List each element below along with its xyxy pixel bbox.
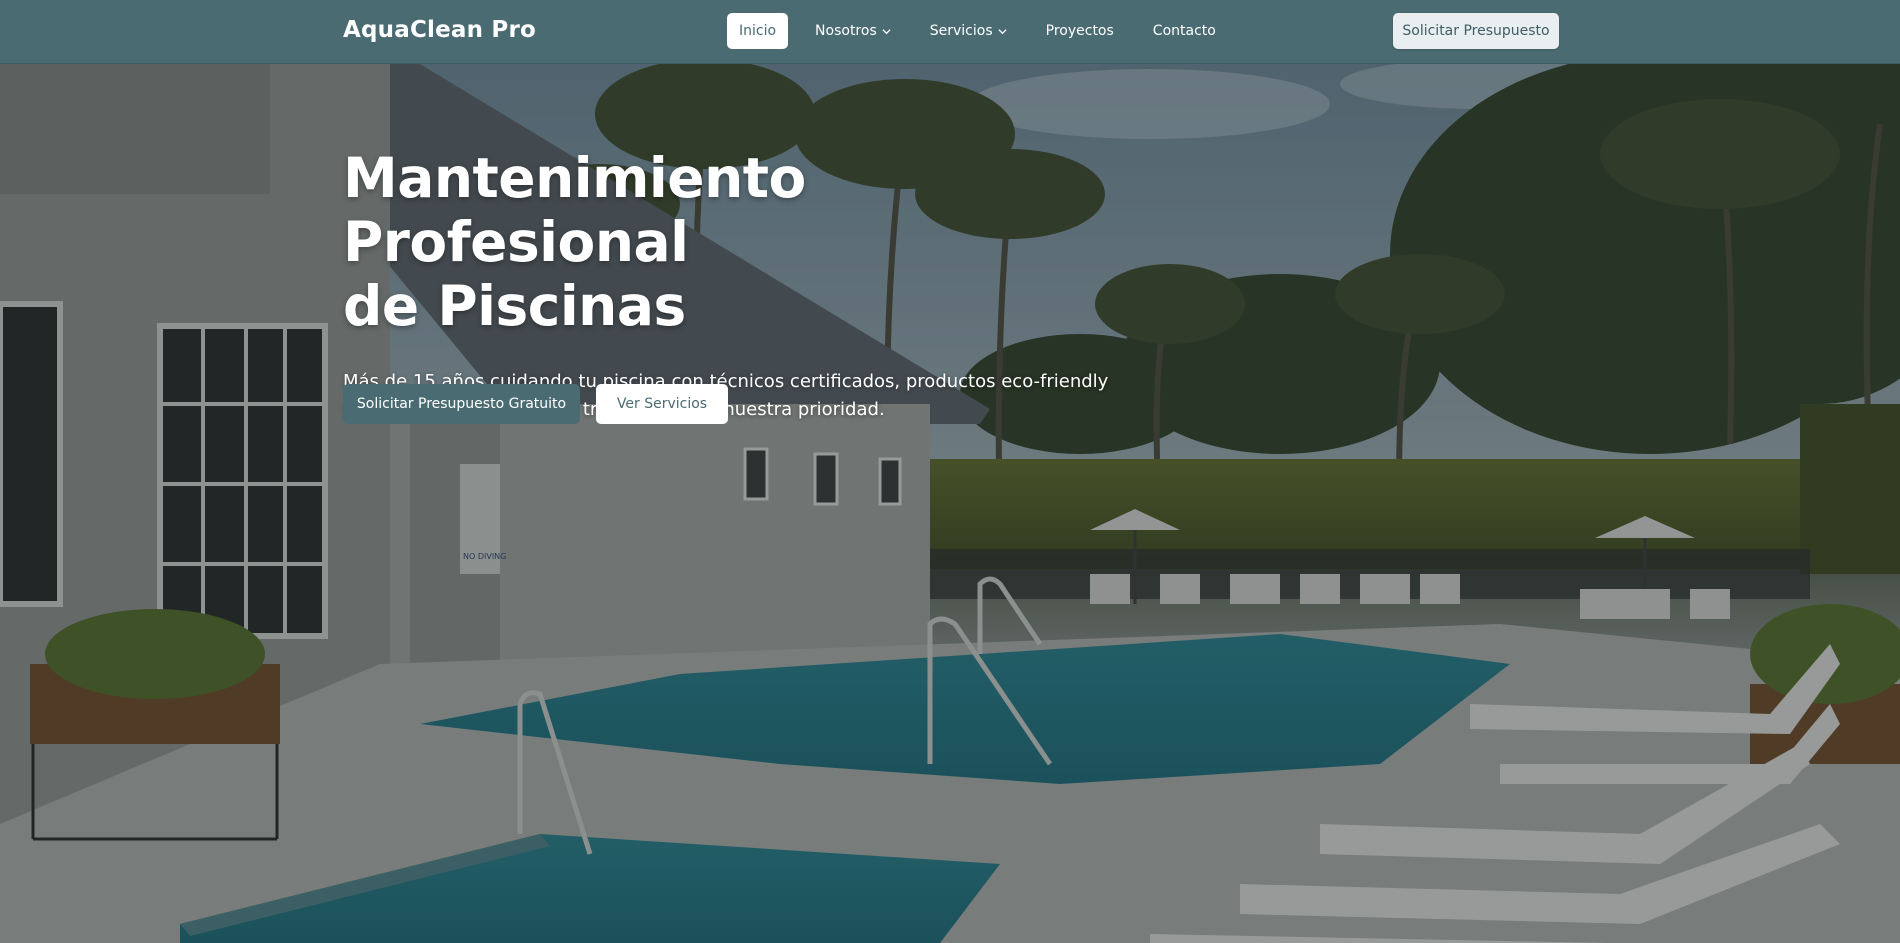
hero-section: NO DIVING Mantenimiento Profesional de P…: [0, 64, 1900, 943]
nav-item-inicio[interactable]: Inicio: [727, 13, 789, 49]
main-nav: Inicio Nosotros Servicios Proyectos Cont…: [727, 13, 1243, 49]
chevron-down-icon: [882, 28, 891, 34]
hero-title-line-1: Mantenimiento Profesional: [343, 146, 806, 274]
hero-title: Mantenimiento Profesional de Piscinas: [343, 146, 1123, 338]
nav-item-label: Inicio: [739, 23, 777, 39]
nav-item-label: Nosotros: [815, 23, 877, 39]
hero-title-line-2: de Piscinas: [343, 274, 686, 338]
brand-logo[interactable]: AquaClean Pro: [343, 17, 536, 43]
navbar: AquaClean Pro Inicio Nosotros Servicios …: [0, 0, 1900, 64]
nav-item-proyectos[interactable]: Proyectos: [1034, 13, 1126, 49]
nav-item-label: Contacto: [1152, 23, 1216, 39]
nav-item-servicios[interactable]: Servicios: [918, 13, 1019, 49]
free-quote-button[interactable]: Solicitar Presupuesto Gratuito: [343, 384, 580, 424]
nav-item-label: Proyectos: [1045, 23, 1114, 39]
nav-item-nosotros[interactable]: Nosotros: [803, 13, 903, 49]
nav-item-label: Servicios: [929, 23, 993, 39]
nav-item-contacto[interactable]: Contacto: [1141, 13, 1228, 49]
request-quote-button[interactable]: Solicitar Presupuesto: [1393, 13, 1559, 49]
hero-content: Mantenimiento Profesional de Piscinas Má…: [343, 146, 1123, 424]
chevron-down-icon: [998, 28, 1007, 34]
hero-buttons: Solicitar Presupuesto Gratuito Ver Servi…: [343, 384, 728, 424]
view-services-button[interactable]: Ver Servicios: [596, 384, 728, 424]
